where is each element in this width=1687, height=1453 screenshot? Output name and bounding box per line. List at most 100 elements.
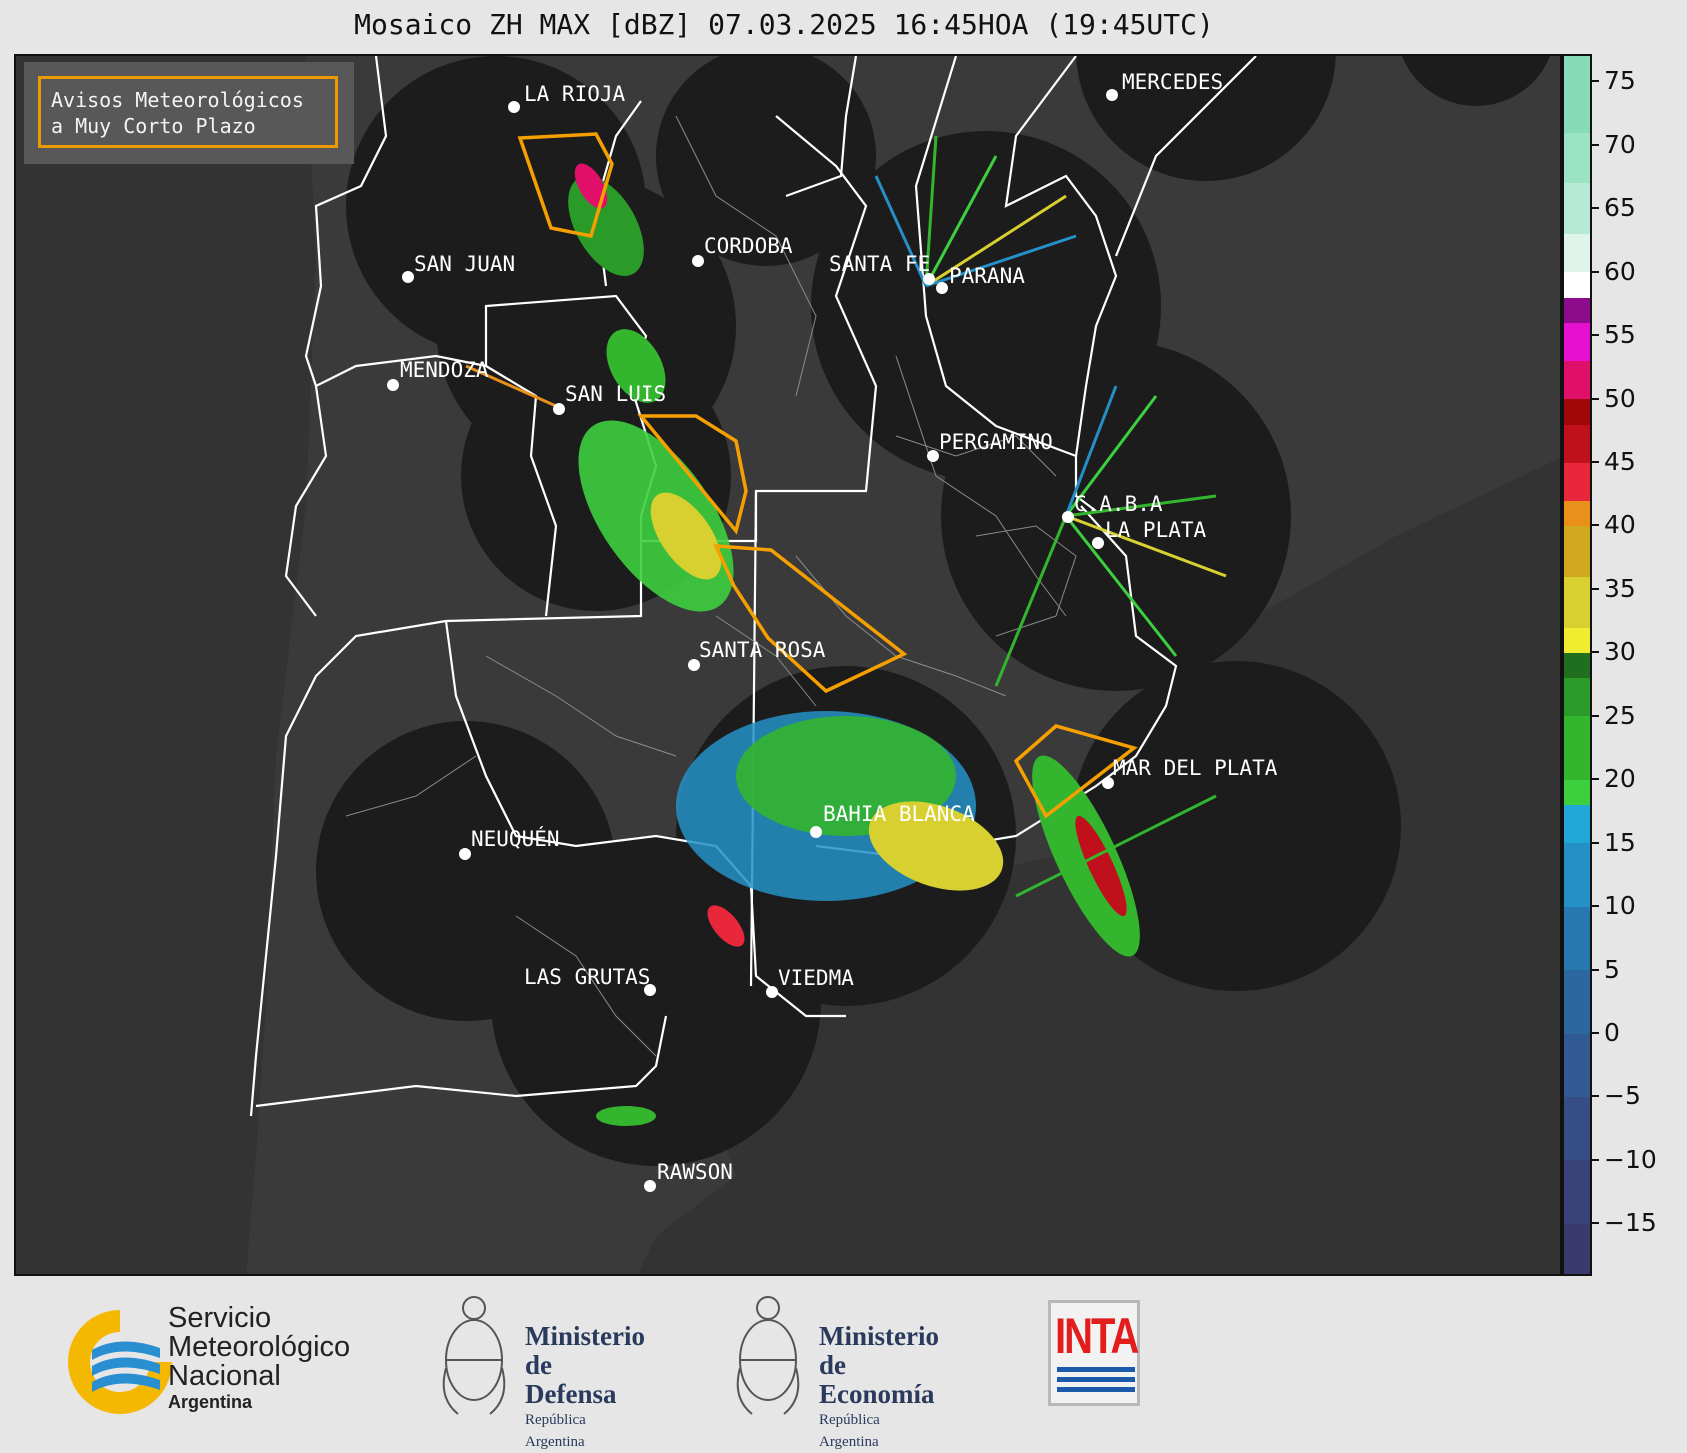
defensa-line-2: de Defensa <box>525 1350 617 1409</box>
colorbar-tick-label: 35 <box>1604 573 1636 603</box>
defensa-line-1: Ministerio <box>525 1321 645 1351</box>
colorbar-band <box>1564 360 1590 400</box>
coat-of-arms-icon <box>736 1296 800 1415</box>
colorbar-tick-mark <box>1592 461 1599 463</box>
colorbar-band <box>1564 398 1590 425</box>
colorbar-band <box>1564 297 1590 324</box>
inta-stripe <box>1057 1387 1135 1392</box>
colorbar-tick-mark <box>1592 1222 1599 1225</box>
colorbar-tick-label: −10 <box>1604 1144 1657 1174</box>
city-label-mar-del-plata: MAR DEL PLATA <box>1113 756 1278 780</box>
city-label-san-juan: SAN JUAN <box>414 252 516 276</box>
colorbar-tick-label: 30 <box>1604 637 1636 667</box>
colorbar-tick-label: 40 <box>1604 510 1636 540</box>
city-label-mercedes: MERCEDES <box>1122 70 1224 94</box>
dbz-colorbar <box>1562 54 1592 1276</box>
colorbar-band <box>1564 1096 1590 1161</box>
colorbar-tick-label: 25 <box>1604 700 1636 730</box>
city-label-san-luis: SAN LUIS <box>565 382 667 406</box>
city-label-santa-rosa: SANTA ROSA <box>699 638 826 662</box>
smn-emblem-icon <box>68 1310 172 1414</box>
colorbar-band <box>1564 842 1590 907</box>
legend-line-1: Avisos Meteorológicos <box>51 88 304 112</box>
colorbar-band <box>1564 56 1590 133</box>
radar-map[interactable]: LA RIOJA CORDOBA SAN JUAN SANTA FE PARAN… <box>14 54 1562 1276</box>
colorbar-band <box>1564 969 1590 1034</box>
smn-line-3: Nacional <box>168 1360 281 1392</box>
city-label-neuquen: NEUQUÉN <box>471 827 560 851</box>
colorbar-tick-mark <box>1592 270 1599 273</box>
colorbar-band <box>1564 576 1590 628</box>
city-label-bahia-blanca: BAHIA BLANCA <box>823 802 975 826</box>
city-label-la-plata: LA PLATA <box>1105 518 1207 542</box>
colorbar-band <box>1564 1159 1590 1224</box>
city-label-las-grutas: LAS GRUTAS <box>524 965 651 989</box>
colorbar-band <box>1564 626 1590 653</box>
colorbar-tick-mark <box>1592 334 1599 337</box>
colorbar-tick-label: 75 <box>1604 66 1636 96</box>
city-label-parana: PARANA <box>949 264 1025 288</box>
colorbar-band <box>1564 500 1590 527</box>
colorbar-tick-mark <box>1592 1095 1599 1098</box>
inta-stripe <box>1057 1367 1135 1372</box>
colorbar-band <box>1564 182 1590 235</box>
colorbar-tick-mark <box>1592 143 1599 146</box>
colorbar-tick-label: −5 <box>1604 1081 1641 1111</box>
coat-of-arms-icon <box>442 1296 506 1415</box>
colorbar-tick-mark <box>1592 207 1599 210</box>
colorbar-band <box>1564 525 1590 577</box>
map-title: Mosaico ZH MAX [dBZ] 07.03.2025 16:45HOA… <box>354 8 1214 41</box>
colorbar-band <box>1564 906 1590 971</box>
colorbar-band <box>1564 271 1590 298</box>
colorbar-tick-mark <box>1592 587 1599 590</box>
colorbar-tick-label: 50 <box>1604 383 1636 413</box>
alert-legend: Avisos Meteorológicos a Muy Corto Plazo <box>24 62 354 164</box>
colorbar-tick-label: 70 <box>1604 129 1636 159</box>
colorbar-band <box>1564 132 1590 184</box>
logo-footer: Servicio Meteorológico Nacional Argentin… <box>0 1276 1568 1450</box>
colorbar-tick-mark <box>1592 714 1599 717</box>
colorbar-tick-mark <box>1592 80 1599 83</box>
colorbar-band <box>1564 423 1590 463</box>
city-label-cordoba: CORDOBA <box>704 234 793 258</box>
smn-line-4: Argentina <box>168 1392 253 1412</box>
colorbar-tick-mark <box>1592 1158 1599 1161</box>
colorbar-tick-label: 15 <box>1604 827 1636 857</box>
alert-legend-frame: Avisos Meteorológicos a Muy Corto Plazo <box>38 76 338 148</box>
smn-line-1: Servicio <box>168 1302 272 1334</box>
defensa-line-3: República Argentina <box>525 1412 586 1450</box>
colorbar-band <box>1564 652 1590 679</box>
inta-stripe <box>1057 1377 1135 1382</box>
city-label-santa-fe: SANTA FE <box>829 252 931 276</box>
colorbar-tick-mark <box>1592 968 1599 971</box>
colorbar-tick-label: 55 <box>1604 320 1636 350</box>
colorbar-band <box>1564 804 1590 844</box>
colorbar-band <box>1564 715 1590 780</box>
colorbar-tick-label: 45 <box>1604 447 1636 476</box>
city-label-mendoza: MENDOZA <box>400 358 489 382</box>
economia-line-2: de Economía <box>819 1350 935 1409</box>
colorbar-band <box>1564 1032 1590 1097</box>
colorbar-band <box>1564 779 1590 806</box>
defensa-wordmark: Ministerio de Defensa República Argentin… <box>525 1322 645 1453</box>
city-label-viedma: VIEDMA <box>778 966 854 990</box>
inta-wordmark: INTA <box>1055 1309 1139 1364</box>
colorbar-tick-mark <box>1592 841 1599 844</box>
colorbar-ticks: 75 70 65 60 55 50 45 40 35 30 25 20 15 10 5 0 −5 −10 −15 <box>1592 54 1687 1276</box>
city-label-pergamino: PERGAMINO <box>939 430 1053 454</box>
colorbar-tick-mark <box>1592 397 1599 400</box>
colorbar-tick-mark <box>1592 651 1599 654</box>
colorbar-band <box>1564 233 1590 273</box>
colorbar-tick-label: 60 <box>1604 256 1636 286</box>
colorbar-tick-label: −15 <box>1604 1208 1657 1238</box>
colorbar-tick-label: 65 <box>1604 193 1636 223</box>
colorbar-tick-mark <box>1592 905 1599 908</box>
city-label-caba: C.A.B.A <box>1074 492 1163 516</box>
defensa-logo: Ministerio de Defensa República Argentin… <box>438 1288 645 1450</box>
colorbar-band <box>1564 462 1590 501</box>
colorbar-tick-mark <box>1592 778 1599 781</box>
legend-line-2: a Muy Corto Plazo <box>51 114 256 138</box>
colorbar-tick-label: 5 <box>1604 954 1620 984</box>
inta-logo: INTA <box>1048 1300 1140 1406</box>
colorbar-band <box>1564 1223 1590 1274</box>
